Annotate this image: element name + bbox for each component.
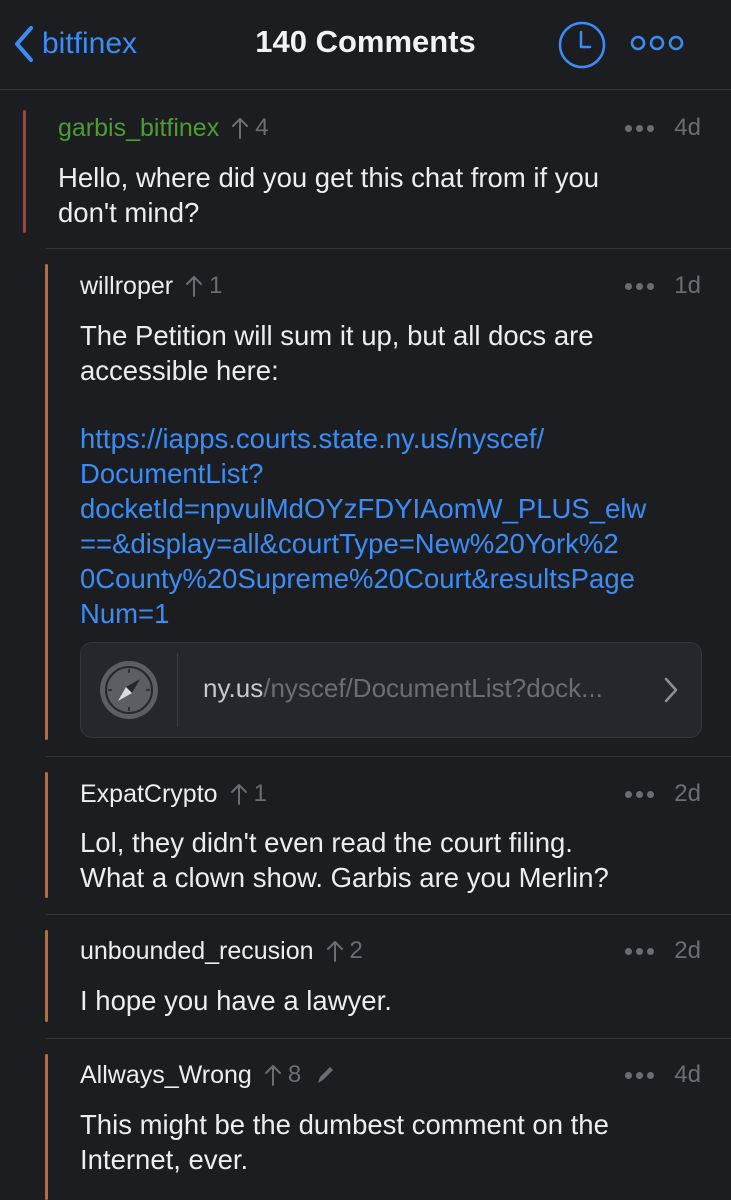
nav-bar: bitfinex 140 Comments [0,0,731,90]
comment-score: 8 [264,1061,301,1089]
comment-link-line[interactable]: ==&display=all&courtType=New%20York%2 [80,526,619,561]
upvote-arrow-icon [230,784,247,805]
comment-score: 2 [326,937,363,965]
comment-body-line: don't mind? [58,197,200,228]
score-value: 4 [255,114,269,141]
comment-options-button[interactable] [623,947,656,955]
link-preview-url: ny.us/nyscef/DocumentList?dock... [203,673,603,704]
thread-bar [45,1054,48,1200]
comment-divider [46,248,731,249]
comment-score: 4 [231,114,269,142]
comment-options-button[interactable] [623,1071,656,1079]
comment-body-line: accessible here: [80,355,279,386]
link-preview-card[interactable]: ny.us/nyscef/DocumentList?dock... [80,642,702,738]
upvote-arrow-icon [232,118,249,139]
comment-divider [46,914,731,915]
link-path: /nyscef/DocumentList?dock... [263,673,603,703]
clock-icon [558,21,606,69]
comment-body-line: The Petition will sum it up, but all doc… [80,320,594,351]
more-dots-icon [630,35,684,51]
compass-icon [100,661,158,719]
comment-age: 4d [674,114,701,141]
page-title: 140 Comments [255,24,476,59]
comment-link-line[interactable]: https://iapps.courts.state.ny.us/nyscef/ [80,421,544,456]
comment-options-button[interactable] [623,282,656,290]
comment-age: 2d [674,780,701,807]
upvote-arrow-icon [264,1065,281,1086]
back-label: bitfinex [42,27,138,60]
comment-age: 4d [674,1061,701,1088]
back-button[interactable]: bitfinex [14,22,137,66]
score-value: 8 [287,1061,302,1088]
more-options-button[interactable] [630,30,684,56]
thread-bar [45,772,48,898]
comment-expatcrypto: ExpatCrypto 1 2d Lol, they didn't even r… [45,766,731,906]
comment-age: 1d [674,272,701,299]
comment-garbis-bitfinex: garbis_bitfinex 4 4d Hello, where did yo… [23,100,731,240]
comment-author[interactable]: Allways_Wrong [80,1061,252,1090]
comment-author[interactable]: unbounded_recusion [80,937,314,966]
upvote-arrow-icon [326,941,343,962]
comment-link-line[interactable]: 0County%20Supreme%20Court&resultsPage [80,561,635,596]
comment-score: 1 [230,780,267,808]
comment-body-line: Internet, ever. [80,1144,249,1175]
comment-author[interactable]: ExpatCrypto [80,780,218,809]
thread-bar [45,264,48,740]
comment-options-button[interactable] [623,124,656,132]
thread-bar [45,930,48,1022]
upvote-arrow-icon [186,276,203,297]
comment-age: 2d [674,937,701,964]
comment-divider [46,1038,731,1039]
comment-body-line: What a clown show. Garbis are you Merlin… [80,862,609,893]
comment-link-line[interactable]: DocumentList? [80,456,263,491]
score-value: 2 [349,937,363,964]
comment-link-line[interactable]: docketId=npvulMdOYzFDYIAomW_PLUS_elw [80,491,646,526]
thread-bar [23,110,26,233]
comment-options-button[interactable] [623,790,656,798]
comment-body-line: This might be the dumbest comment on the [80,1109,609,1140]
edited-pencil-icon [315,1064,335,1086]
comment-body-line: Lol, they didn't even read the court fil… [80,827,573,858]
score-value: 1 [253,780,267,807]
link-domain: ny.us [203,673,264,703]
comment-unbounded-recusion: unbounded_recusion 2 2d I hope you have … [45,924,731,1030]
chevron-left-icon [15,26,33,62]
sort-clock-button[interactable] [557,20,607,70]
comment-author[interactable]: garbis_bitfinex [58,114,219,143]
comment-allways-wrong: Allways_Wrong 8 4d This might be the dum… [45,1048,731,1200]
card-divider [177,653,178,727]
nav-divider [0,89,731,90]
comment-author[interactable]: willroper [80,272,173,301]
chevron-right-icon [664,677,678,703]
comment-score: 1 [185,272,222,300]
comment-divider [46,756,731,757]
comment-body-line: I hope you have a lawyer. [80,985,392,1016]
comment-link-line[interactable]: Num=1 [80,596,169,631]
score-value: 1 [209,272,223,299]
comment-body-line: Hello, where did you get this chat from … [58,162,600,193]
